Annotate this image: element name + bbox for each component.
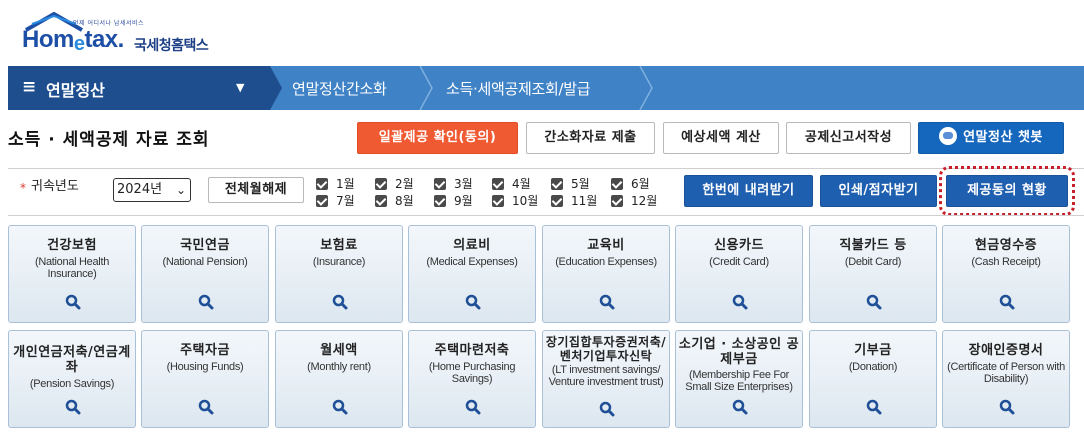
checkbox-checked-icon xyxy=(492,194,504,207)
page-title: 소득 · 세액공제 자료 조회 xyxy=(8,130,210,150)
checkbox-checked-icon xyxy=(611,194,623,207)
highlight-outline xyxy=(939,166,1075,216)
filter-top-border xyxy=(8,168,1084,169)
tile-insurance[interactable]: 보험료 (Insurance) xyxy=(275,225,403,323)
magnifier-icon xyxy=(732,399,748,415)
hamburger-icon[interactable]: ≡ xyxy=(22,77,36,97)
magnifier-icon xyxy=(599,401,615,417)
tile-education-expenses[interactable]: 교육비 (Education Expenses) xyxy=(542,225,670,323)
hometax-logo[interactable]: 언제 어디서나 납세서비스 Hometax. 국세청홈택스 xyxy=(18,12,228,58)
nav-arrow-divider xyxy=(270,66,282,110)
logo-korean-name: 국세청홈택스 xyxy=(134,38,209,54)
breadcrumb-chevron-icon xyxy=(639,66,653,110)
caret-down-icon[interactable]: ▼ xyxy=(236,81,244,94)
deselect-all-months-button[interactable]: 전체월해제 xyxy=(208,177,304,203)
month-checkbox-5[interactable]: 5월 xyxy=(551,176,590,192)
breadcrumb-deduction-inquiry[interactable]: 소득·세액공제조회/발급 xyxy=(446,78,591,99)
site-header: 언제 어디서나 납세서비스 Hometax. 국세청홈택스 xyxy=(0,0,1084,66)
logo-brand: Hometax. xyxy=(22,26,124,55)
checkbox-checked-icon xyxy=(434,177,446,190)
checkbox-checked-icon xyxy=(492,177,504,190)
estimate-tax-button[interactable]: 예상세액 계산 xyxy=(663,122,779,154)
magnifier-icon xyxy=(999,399,1015,415)
month-checkbox-7[interactable]: 7월 xyxy=(316,193,355,209)
tile-cash-receipt[interactable]: 현금영수증 (Cash Receipt) xyxy=(942,225,1070,323)
submit-simplified-data-button[interactable]: 간소화자료 제출 xyxy=(526,122,655,154)
magnifier-icon xyxy=(465,294,481,310)
year-select[interactable]: 2024년 ⌄ xyxy=(113,178,191,202)
nav-bar: ≡ 연말정산 ▼ 연말정산간소화 소득·세액공제조회/발급 xyxy=(8,66,1084,110)
month-checkboxes: 1월 2월 3월 4월 5월 6월 7월 8월 9월 10월 11월 12월 xyxy=(316,176,666,212)
month-checkbox-1[interactable]: 1월 xyxy=(316,176,355,192)
breadcrumb-chevron-icon xyxy=(419,66,433,110)
month-checkbox-12[interactable]: 12월 xyxy=(611,193,657,209)
month-checkbox-11[interactable]: 11월 xyxy=(551,193,597,209)
tile-housing-funds[interactable]: 주택자금 (Housing Funds) xyxy=(141,330,269,428)
checkbox-checked-icon xyxy=(375,177,387,190)
month-checkbox-9[interactable]: 9월 xyxy=(434,193,473,209)
filter-bottom-border xyxy=(8,215,1084,216)
magnifier-icon xyxy=(599,294,615,310)
checkbox-checked-icon xyxy=(551,194,563,207)
print-braille-button[interactable]: 인쇄/점자받기 xyxy=(820,175,937,207)
month-checkbox-6[interactable]: 6월 xyxy=(611,176,650,192)
tile-credit-card[interactable]: 신용카드 (Credit Card) xyxy=(675,225,803,323)
nav-menu-label: 연말정산 xyxy=(46,81,105,100)
month-checkbox-4[interactable]: 4월 xyxy=(492,176,531,192)
tile-disability-certificate[interactable]: 장애인증명서 (Certificate of Person with Disab… xyxy=(942,330,1070,428)
checkbox-checked-icon xyxy=(375,194,387,207)
magnifier-icon xyxy=(198,399,214,415)
required-mark: * xyxy=(20,181,26,195)
tile-donation[interactable]: 기부금 (Donation) xyxy=(809,330,937,428)
chatbot-label: 연말정산 챗봇 xyxy=(963,130,1043,145)
nav-menu-year-end-settlement[interactable]: ≡ 연말정산 ▼ xyxy=(8,66,270,110)
bulk-consent-button[interactable]: 일괄제공 확인(동의) xyxy=(357,122,518,154)
tile-national-pension[interactable]: 국민연금 (National Pension) xyxy=(141,225,269,323)
tile-debit-card[interactable]: 직불카드 등 (Debit Card) xyxy=(809,225,937,323)
magnifier-icon xyxy=(465,399,481,415)
magnifier-icon xyxy=(866,399,882,415)
checkbox-checked-icon xyxy=(316,194,328,207)
tile-medical-expenses[interactable]: 의료비 (Medical Expenses) xyxy=(408,225,536,323)
magnifier-icon xyxy=(65,399,81,415)
magnifier-icon xyxy=(999,294,1015,310)
tile-pension-savings[interactable]: 개인연금저축/연금계좌 (Pension Savings) xyxy=(8,330,136,428)
robot-icon xyxy=(939,126,958,145)
tile-monthly-rent[interactable]: 월세액 (Monthly rent) xyxy=(275,330,403,428)
tile-small-business-fund[interactable]: 소기업 · 소상공인 공제부금 (Membership Fee For Smal… xyxy=(675,330,803,428)
checkbox-checked-icon xyxy=(434,194,446,207)
year-label: 귀속년도 xyxy=(31,179,79,194)
magnifier-icon xyxy=(198,294,214,310)
month-checkbox-8[interactable]: 8월 xyxy=(375,193,414,209)
tile-lt-investment-savings[interactable]: 장기집합투자증권저축/벤처기업투자신탁 (LT investment savin… xyxy=(542,330,670,428)
checkbox-checked-icon xyxy=(611,177,623,190)
chevron-down-icon: ⌄ xyxy=(175,183,186,197)
month-checkbox-2[interactable]: 2월 xyxy=(375,176,414,192)
deduction-report-button[interactable]: 공제신고서작성 xyxy=(786,122,911,154)
month-checkbox-3[interactable]: 3월 xyxy=(434,176,473,192)
download-all-button[interactable]: 한번에 내려받기 xyxy=(684,175,813,207)
breadcrumb-simplified-service[interactable]: 연말정산간소화 xyxy=(292,78,387,99)
magnifier-icon xyxy=(866,294,882,310)
year-select-value: 2024년 xyxy=(117,182,163,197)
tile-home-purchasing-savings[interactable]: 주택마련저축 (Home Purchasing Savings) xyxy=(408,330,536,428)
magnifier-icon xyxy=(332,399,348,415)
magnifier-icon xyxy=(65,294,81,310)
tile-health-insurance[interactable]: 건강보험 (National Health Insurance) xyxy=(8,225,136,323)
magnifier-icon xyxy=(732,294,748,310)
magnifier-icon xyxy=(332,294,348,310)
chatbot-button[interactable]: 연말정산 챗봇 xyxy=(918,122,1064,154)
checkbox-checked-icon xyxy=(551,177,563,190)
month-checkbox-10[interactable]: 10월 xyxy=(492,193,538,209)
checkbox-checked-icon xyxy=(316,177,328,190)
